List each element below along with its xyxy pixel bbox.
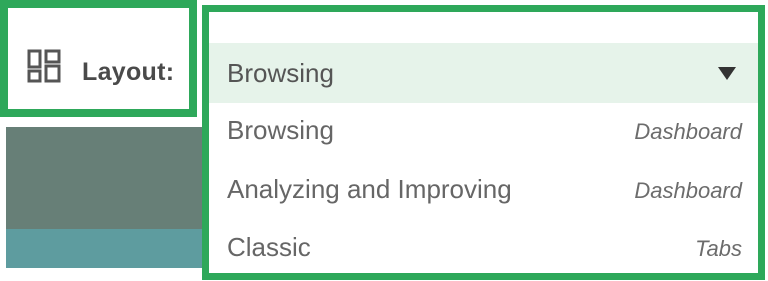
selected-layout-value: Browsing: [227, 58, 334, 88]
caret-down-icon[interactable]: [718, 67, 736, 80]
layout-label-box: Layout:: [0, 0, 197, 117]
option-classic[interactable]: Classic Tabs: [209, 222, 758, 278]
option-hint: Dashboard: [634, 119, 742, 144]
layout-select[interactable]: Browsing: [209, 43, 758, 103]
option-analyzing-and-improving[interactable]: Analyzing and Improving Dashboard: [209, 164, 758, 220]
layout-label: Layout:: [82, 58, 175, 86]
option-browsing[interactable]: Browsing Dashboard: [209, 105, 758, 161]
option-hint: Dashboard: [634, 178, 742, 203]
background-panel: [6, 127, 203, 229]
background-strip: [6, 229, 203, 268]
option-name: Analyzing and Improving: [227, 174, 512, 204]
option-name: Classic: [227, 232, 311, 262]
layout-dropdown[interactable]: Browsing Browsing Dashboard Analyzing an…: [202, 5, 765, 280]
option-name: Browsing: [227, 115, 334, 145]
layout-grid-icon: [27, 49, 61, 83]
option-hint: Tabs: [695, 236, 742, 261]
